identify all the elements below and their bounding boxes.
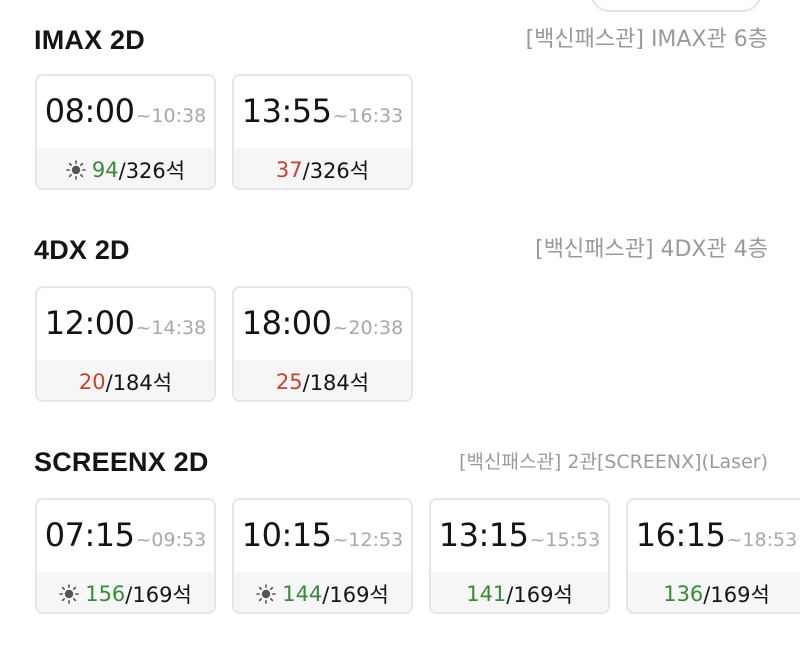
available-seats: 94 bbox=[91, 158, 119, 182]
total-seats: /169석 bbox=[703, 583, 770, 607]
showtime-time: 08:00 ~10:38 bbox=[37, 76, 214, 148]
total-seats: /326석 bbox=[118, 159, 186, 183]
available-seats: 136 bbox=[663, 582, 704, 606]
section-imax: IMAX 2D [백신패스관] IMAX관 6층 08:00 ~10:38 94… bbox=[0, 20, 800, 194]
seat-info: 144/169석 bbox=[234, 572, 411, 612]
seat-info: 25/184석 bbox=[234, 360, 411, 400]
theater-name: [백신패스관] IMAX관 6층 bbox=[525, 27, 768, 52]
start-time: 13:15 bbox=[438, 516, 529, 554]
start-time: 08:00 bbox=[44, 92, 135, 130]
available-seats: 156 bbox=[85, 582, 126, 606]
start-time: 07:15 bbox=[44, 516, 135, 554]
seat-info: 136/169석 bbox=[628, 572, 800, 612]
showtime-card[interactable]: 12:00 ~14:38 20/184석 bbox=[35, 286, 216, 402]
format-title: 4DX 2D bbox=[34, 235, 130, 265]
showtime-list: 07:15 ~09:53 156/169석 10:15 ~12:53 144/1… bbox=[0, 498, 800, 618]
seat-info: 94/326석 bbox=[37, 148, 214, 188]
end-time: ~12:53 bbox=[332, 529, 404, 551]
start-time: 16:15 bbox=[635, 516, 726, 554]
showtime-time: 18:00 ~20:38 bbox=[234, 288, 411, 360]
showtime-card[interactable]: 18:00 ~20:38 25/184석 bbox=[232, 286, 413, 402]
seat-info: 20/184석 bbox=[37, 360, 214, 400]
showtime-card[interactable]: 13:55 ~16:33 37/326석 bbox=[232, 74, 413, 190]
showtime-card[interactable]: 10:15 ~12:53 144/169석 bbox=[232, 498, 413, 614]
section-screenx: SCREENX 2D [백신패스관] 2관[SCREENX](Laser) 07… bbox=[0, 442, 800, 618]
section-header: IMAX 2D [백신패스관] IMAX관 6층 bbox=[0, 20, 800, 60]
start-time: 10:15 bbox=[241, 516, 332, 554]
section-4dx: 4DX 2D [백신패스관] 4DX관 4층 12:00 ~14:38 20/1… bbox=[0, 230, 800, 406]
top-pill-button[interactable] bbox=[590, 0, 762, 12]
available-seats: 141 bbox=[466, 582, 507, 606]
showtime-card[interactable]: 07:15 ~09:53 156/169석 bbox=[35, 498, 216, 614]
total-seats: /184석 bbox=[302, 371, 370, 395]
seat-info: 141/169석 bbox=[431, 572, 608, 612]
start-time: 13:55 bbox=[241, 92, 332, 130]
showtime-card[interactable]: 13:15 ~15:53 141/169석 bbox=[429, 498, 610, 614]
total-seats: /169석 bbox=[506, 583, 573, 607]
sun-icon bbox=[66, 160, 86, 180]
showtime-time: 07:15 ~09:53 bbox=[37, 500, 214, 572]
end-time: ~20:38 bbox=[332, 317, 404, 339]
showtime-time: 10:15 ~12:53 bbox=[234, 500, 411, 572]
available-seats: 37 bbox=[275, 158, 303, 182]
showtime-list: 08:00 ~10:38 94/326석 13:55 ~16:33 37/326… bbox=[0, 74, 800, 194]
end-time: ~14:38 bbox=[135, 317, 207, 339]
format-title: SCREENX 2D bbox=[34, 447, 209, 477]
showtime-time: 12:00 ~14:38 bbox=[37, 288, 214, 360]
available-seats: 25 bbox=[275, 370, 303, 394]
section-header: 4DX 2D [백신패스관] 4DX관 4층 bbox=[0, 230, 800, 270]
showtime-time: 16:15 ~18:53 bbox=[628, 500, 800, 572]
showtime-time: 13:55 ~16:33 bbox=[234, 76, 411, 148]
available-seats: 20 bbox=[78, 370, 106, 394]
end-time: ~18:53 bbox=[726, 529, 798, 551]
showtime-card[interactable]: 08:00 ~10:38 94/326석 bbox=[35, 74, 216, 190]
seat-info: 156/169석 bbox=[37, 572, 214, 612]
total-seats: /169석 bbox=[322, 583, 389, 607]
end-time: ~09:53 bbox=[135, 529, 207, 551]
seat-info: 37/326석 bbox=[234, 148, 411, 188]
theater-name: [백신패스관] 2관[SCREENX](Laser) bbox=[459, 451, 768, 473]
total-seats: /326석 bbox=[302, 159, 370, 183]
top-strip bbox=[0, 0, 800, 12]
sun-icon bbox=[256, 584, 277, 604]
format-title: IMAX 2D bbox=[34, 25, 145, 55]
showtime-list: 12:00 ~14:38 20/184석 18:00 ~20:38 25/184… bbox=[0, 286, 800, 406]
end-time: ~16:33 bbox=[332, 105, 404, 127]
start-time: 18:00 bbox=[241, 304, 332, 342]
showtime-time: 13:15 ~15:53 bbox=[431, 500, 608, 572]
start-time: 12:00 bbox=[44, 304, 135, 342]
total-seats: /184석 bbox=[105, 371, 173, 395]
sun-icon bbox=[59, 584, 80, 604]
available-seats: 144 bbox=[282, 582, 323, 606]
end-time: ~15:53 bbox=[529, 529, 601, 551]
section-header: SCREENX 2D [백신패스관] 2관[SCREENX](Laser) bbox=[0, 442, 800, 482]
showtime-card[interactable]: 16:15 ~18:53 136/169석 bbox=[626, 498, 800, 614]
theater-name: [백신패스관] 4DX관 4층 bbox=[535, 237, 768, 262]
total-seats: /169석 bbox=[125, 583, 192, 607]
end-time: ~10:38 bbox=[135, 105, 207, 127]
